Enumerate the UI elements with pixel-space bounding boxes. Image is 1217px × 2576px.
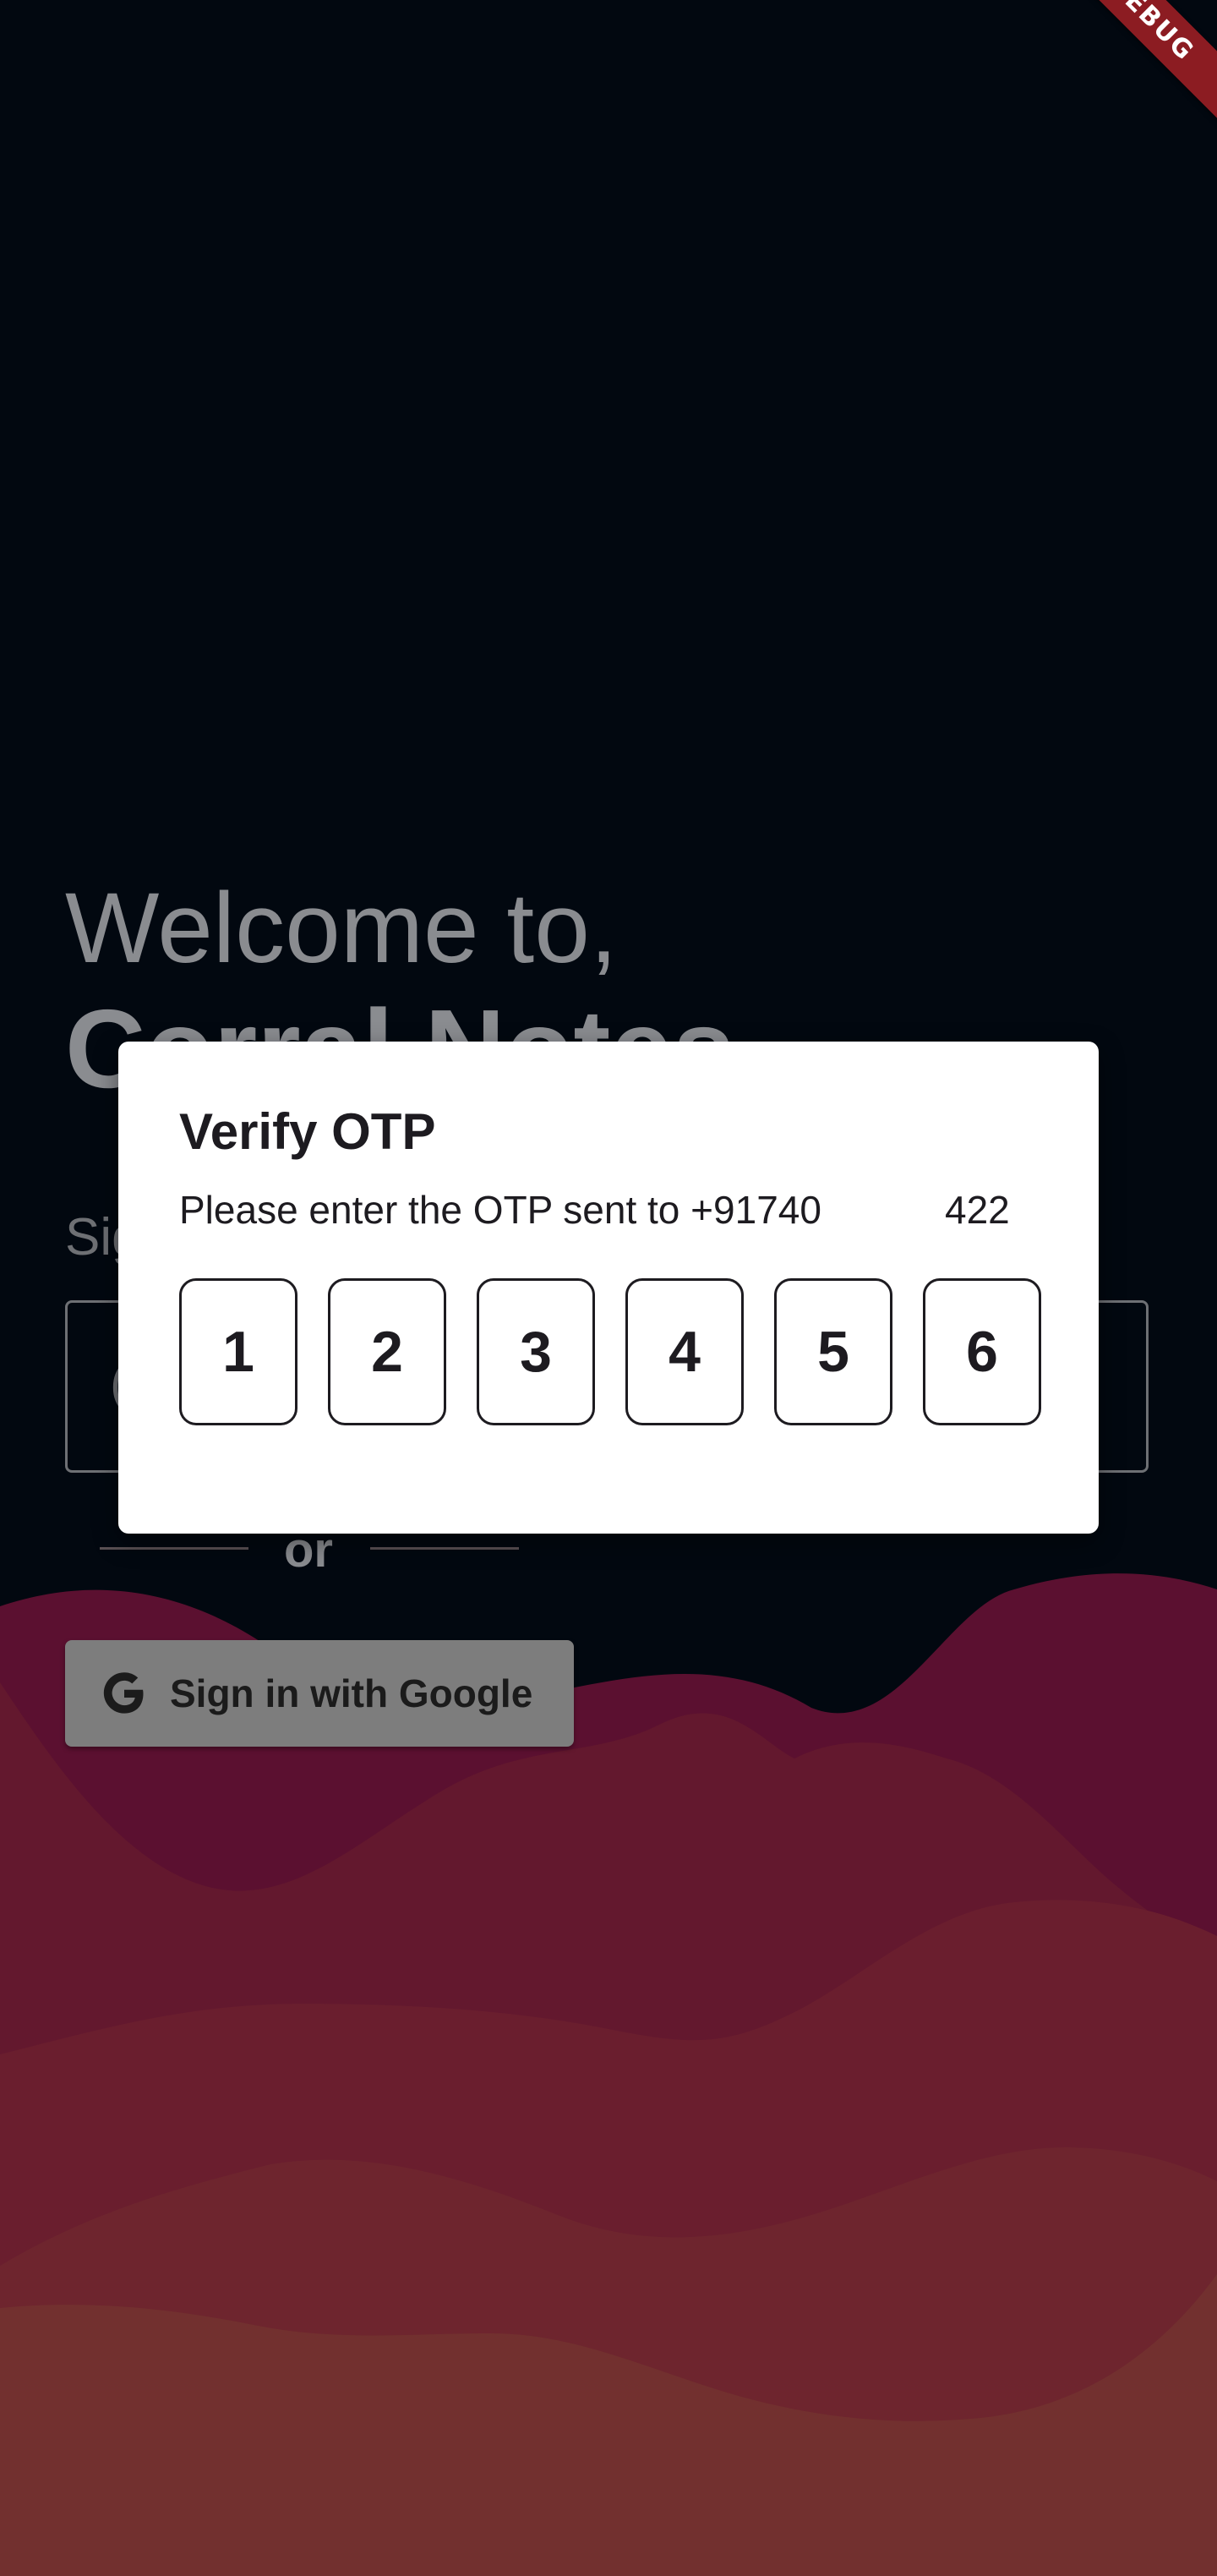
otp-digit-1[interactable]: 1 [179, 1278, 297, 1425]
dialog-title: Verify OTP [179, 1103, 436, 1160]
app-screen: DEBUG Welcome to, Corral Notes Sig ( or … [0, 0, 1217, 2576]
google-sign-in-button[interactable]: Sign in with Google [65, 1640, 574, 1747]
otp-digit-3[interactable]: 3 [477, 1278, 595, 1425]
otp-digit-2[interactable]: 2 [328, 1278, 446, 1425]
otp-digit-4[interactable]: 4 [625, 1278, 744, 1425]
google-sign-in-label: Sign in with Google [170, 1671, 533, 1715]
otp-digit-5[interactable]: 5 [774, 1278, 892, 1425]
otp-message: Please enter the OTP sent to +91740 [179, 1188, 821, 1232]
otp-message-phone-end: 422 [945, 1188, 1010, 1232]
otp-digit-6[interactable]: 6 [923, 1278, 1041, 1425]
divider-right [370, 1547, 519, 1550]
divider-left [100, 1547, 248, 1550]
otp-input-row: 1 2 3 4 5 6 [179, 1278, 1041, 1425]
verify-otp-dialog: Verify OTP Please enter the OTP sent to … [118, 1042, 1099, 1534]
welcome-greeting: Welcome to, [65, 872, 618, 984]
google-icon [99, 1668, 150, 1719]
